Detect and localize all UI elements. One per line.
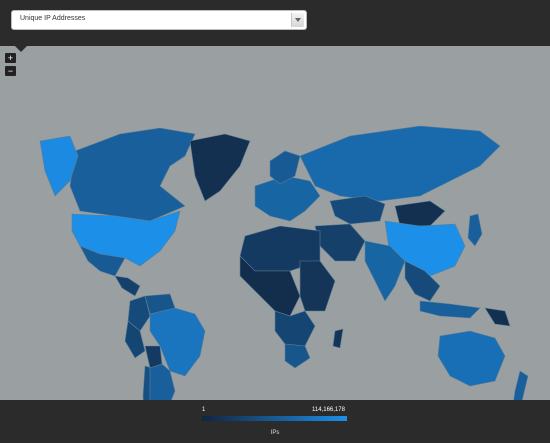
- dropdown-pointer: [15, 46, 27, 52]
- country-europe[interactable]: [254, 175, 321, 222]
- country-canada[interactable]: [69, 127, 196, 222]
- metric-select[interactable]: Unique IP Addresses: [11, 10, 307, 30]
- legend: 1 114,166,178 IPs: [0, 400, 550, 443]
- country-greenland[interactable]: [189, 133, 251, 202]
- legend-color-scale: [202, 416, 347, 421]
- world-map-svg[interactable]: [0, 46, 550, 400]
- country-central-america[interactable]: [114, 275, 141, 297]
- legend-min-value: 1: [202, 407, 206, 413]
- country-japan[interactable]: [467, 213, 483, 247]
- legend-title: IPs: [270, 430, 280, 436]
- country-southern-africa[interactable]: [274, 310, 316, 347]
- legend-max-value: 114,166,178: [312, 407, 345, 413]
- country-new-zealand[interactable]: [512, 370, 529, 400]
- country-russia[interactable]: [299, 125, 501, 202]
- country-australia[interactable]: [437, 330, 506, 387]
- country-madagascar[interactable]: [332, 328, 344, 349]
- country-mongolia[interactable]: [394, 200, 446, 227]
- country-middle-east[interactable]: [314, 223, 366, 262]
- zoom-out-button[interactable]: −: [5, 66, 16, 76]
- country-indonesia[interactable]: [419, 300, 481, 319]
- world-map[interactable]: [0, 46, 550, 400]
- chevron-down-icon[interactable]: [291, 13, 304, 27]
- zoom-in-button[interactable]: +: [5, 53, 16, 63]
- top-toolbar: Unique IP Addresses: [0, 0, 550, 46]
- country-east-africa[interactable]: [299, 260, 336, 312]
- country-papua-new-guinea[interactable]: [484, 307, 511, 327]
- metric-select-value: Unique IP Addresses: [20, 15, 86, 22]
- country-south-africa[interactable]: [284, 343, 311, 369]
